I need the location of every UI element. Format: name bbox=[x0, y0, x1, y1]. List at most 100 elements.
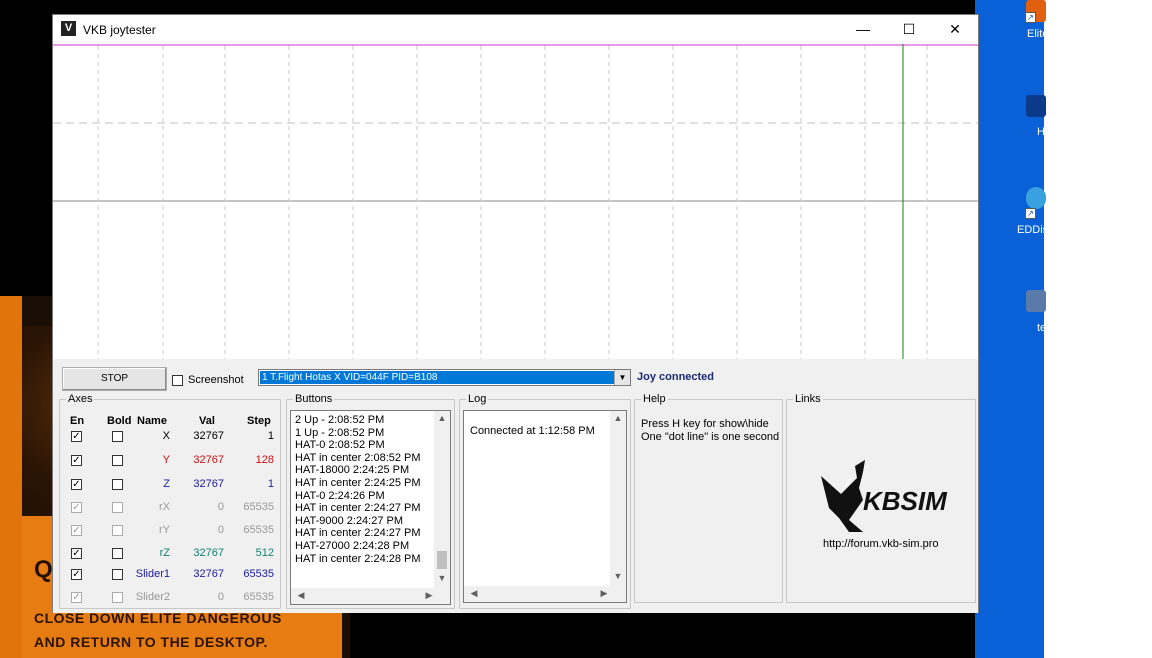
axis-enable-checkbox[interactable]: ✓ bbox=[71, 455, 82, 466]
axis-row-rz: ✓ rZ 32767 512 bbox=[60, 545, 280, 567]
screenshot-label: Screenshot bbox=[188, 374, 244, 386]
button-event-item[interactable]: HAT in center 2:24:28 PM bbox=[291, 553, 450, 566]
axis-step: 1 bbox=[267, 478, 274, 490]
log-group-label: Log bbox=[466, 393, 489, 405]
button-event-item[interactable]: HAT in center 2:24:25 PM bbox=[291, 477, 450, 490]
axis-value: 32767 bbox=[193, 478, 224, 490]
header-bold: Bold bbox=[107, 415, 132, 427]
axis-bold-checkbox[interactable] bbox=[112, 525, 123, 536]
vkb-app-icon: V bbox=[61, 21, 76, 36]
axis-name: rZ bbox=[159, 547, 170, 559]
axis-enable-checkbox[interactable]: ✓ bbox=[71, 569, 82, 580]
axis-row-slider1: ✓ Slider1 32767 65535 bbox=[60, 566, 280, 588]
button-event-item[interactable]: HAT-0 2:08:52 PM bbox=[291, 439, 450, 452]
log-vertical-scrollbar[interactable]: ▲ ▼ bbox=[610, 411, 626, 586]
axis-bold-checkbox[interactable] bbox=[112, 592, 123, 603]
stop-button[interactable]: STOP bbox=[62, 367, 167, 391]
button-event-item[interactable]: HAT in center 2:24:27 PM bbox=[291, 527, 450, 540]
scroll-down-icon[interactable]: ▼ bbox=[434, 573, 450, 583]
scroll-thumb[interactable] bbox=[437, 551, 447, 569]
buttons-group: Buttons 2 Up - 2:08:52 PM 1 Up - 2:08:52 … bbox=[286, 393, 455, 609]
axis-name: X bbox=[162, 430, 170, 442]
controls-panel: STOP Screenshot 1 T.Flight Hotas X VID=0… bbox=[53, 359, 978, 613]
axis-bold-checkbox[interactable] bbox=[112, 479, 123, 490]
axis-graph-canvas bbox=[53, 44, 978, 359]
screenshot-checkbox[interactable] bbox=[172, 375, 183, 386]
axis-name: rX bbox=[159, 501, 170, 513]
close-button[interactable]: ✕ bbox=[932, 15, 978, 44]
desktop-icon-label: te bbox=[1037, 322, 1047, 334]
header-en: En bbox=[70, 415, 85, 427]
button-event-item[interactable]: HAT-27000 2:24:28 PM bbox=[291, 540, 450, 553]
axis-enable-checkbox[interactable]: ✓ bbox=[71, 525, 82, 536]
axis-value: 32767 bbox=[193, 547, 224, 559]
log-group: Log Connected at 1:12:58 PM ▲ ▼ ◀ ▶ bbox=[459, 393, 631, 609]
device-select[interactable]: 1 T.Flight Hotas X VID=044F PID=B108 ▼ bbox=[258, 369, 631, 386]
header-val: Val bbox=[199, 415, 215, 427]
axis-bold-checkbox[interactable] bbox=[112, 548, 123, 559]
scroll-up-icon[interactable]: ▲ bbox=[610, 413, 626, 423]
axis-enable-checkbox[interactable]: ✓ bbox=[71, 479, 82, 490]
button-event-item[interactable]: HAT-18000 2:24:25 PM bbox=[291, 464, 450, 477]
axis-bold-checkbox[interactable] bbox=[112, 455, 123, 466]
forum-link[interactable]: http://forum.vkb-sim.pro bbox=[823, 538, 939, 550]
axis-enable-checkbox[interactable]: ✓ bbox=[71, 592, 82, 603]
axis-name: Slider1 bbox=[135, 568, 170, 580]
scroll-left-icon[interactable]: ◀ bbox=[466, 588, 482, 599]
window-title: VKB joytester bbox=[83, 23, 156, 37]
axis-value: 32767 bbox=[193, 454, 224, 466]
axis-enable-checkbox[interactable]: ✓ bbox=[71, 502, 82, 513]
buttons-horizontal-scrollbar[interactable]: ◀ ▶ bbox=[291, 588, 450, 604]
scroll-right-icon[interactable]: ▶ bbox=[596, 588, 612, 599]
button-event-item[interactable]: 2 Up - 2:08:52 PM bbox=[291, 414, 450, 427]
axes-group: Axes En Bold Name Val Step ✓ X 32767 1 ✓ Y 327… bbox=[59, 393, 281, 609]
scroll-right-icon[interactable]: ▶ bbox=[421, 590, 437, 601]
help-line-1: Press H key for show\hide bbox=[641, 418, 769, 430]
log-horizontal-scrollbar[interactable]: ◀ ▶ bbox=[464, 586, 626, 602]
axis-step: 1 bbox=[267, 430, 274, 442]
axis-name: Slider2 bbox=[135, 591, 170, 603]
log-listbox[interactable]: Connected at 1:12:58 PM ▲ ▼ ◀ ▶ bbox=[463, 410, 627, 603]
maximize-button[interactable]: ☐ bbox=[886, 15, 932, 44]
links-group-label: Links bbox=[793, 393, 823, 405]
axis-enable-checkbox[interactable]: ✓ bbox=[71, 548, 82, 559]
axis-bold-checkbox[interactable] bbox=[112, 569, 123, 580]
button-event-item[interactable]: HAT in center 2:08:52 PM bbox=[291, 452, 450, 465]
vkbsim-logo-icon[interactable]: KBSIM bbox=[819, 458, 949, 538]
button-event-item[interactable]: HAT-0 2:24:26 PM bbox=[291, 490, 450, 503]
axis-row-y: ✓ Y 32767 128 bbox=[60, 452, 280, 474]
axis-enable-checkbox[interactable]: ✓ bbox=[71, 431, 82, 442]
axes-group-label: Axes bbox=[66, 393, 95, 405]
axis-name: rY bbox=[159, 524, 170, 536]
scroll-left-icon[interactable]: ◀ bbox=[293, 590, 309, 601]
game-message-line-2: AND RETURN TO THE DESKTOP. bbox=[34, 634, 268, 650]
shortcut-arrow-icon: ↗ bbox=[1025, 12, 1036, 23]
header-step: Step bbox=[247, 415, 271, 427]
graph-grid bbox=[97, 46, 928, 359]
log-item[interactable]: Connected at 1:12:58 PM bbox=[466, 425, 626, 438]
axis-name: Y bbox=[162, 454, 170, 466]
axis-bold-checkbox[interactable] bbox=[112, 502, 123, 513]
axis-step: 65535 bbox=[243, 524, 274, 536]
axis-step: 65535 bbox=[243, 501, 274, 513]
minimize-button[interactable]: — bbox=[840, 15, 886, 44]
buttons-vertical-scrollbar[interactable]: ▲ ▼ bbox=[434, 411, 450, 588]
desktop-icon-label: H bbox=[1037, 126, 1045, 138]
buttons-group-label: Buttons bbox=[293, 393, 335, 405]
axis-value: 0 bbox=[217, 501, 224, 513]
axis-row-rx: ✓ rX 0 65535 bbox=[60, 499, 280, 521]
desktop-icon-label: Elite bbox=[1027, 28, 1049, 40]
buttons-listbox[interactable]: 2 Up - 2:08:52 PM 1 Up - 2:08:52 PM HAT-0 … bbox=[290, 410, 451, 605]
button-event-item[interactable]: HAT-9000 2:24:27 PM bbox=[291, 515, 450, 528]
scroll-up-icon[interactable]: ▲ bbox=[434, 413, 450, 423]
axis-name: Z bbox=[163, 478, 170, 490]
scroll-down-icon[interactable]: ▼ bbox=[610, 571, 626, 581]
dropdown-arrow-icon[interactable]: ▼ bbox=[614, 370, 630, 385]
button-event-item[interactable]: HAT in center 2:24:27 PM bbox=[291, 502, 450, 515]
game-dialog-message: CLOSE DOWN ELITE DANGEROUS AND RETURN TO… bbox=[34, 606, 282, 654]
button-event-item[interactable]: 1 Up - 2:08:52 PM bbox=[291, 427, 450, 440]
axis-row-x: ✓ X 32767 1 bbox=[60, 428, 280, 450]
title-bar[interactable]: V VKB joytester — ☐ ✕ bbox=[53, 15, 978, 44]
axis-bold-checkbox[interactable] bbox=[112, 431, 123, 442]
axis-value: 0 bbox=[217, 524, 224, 536]
